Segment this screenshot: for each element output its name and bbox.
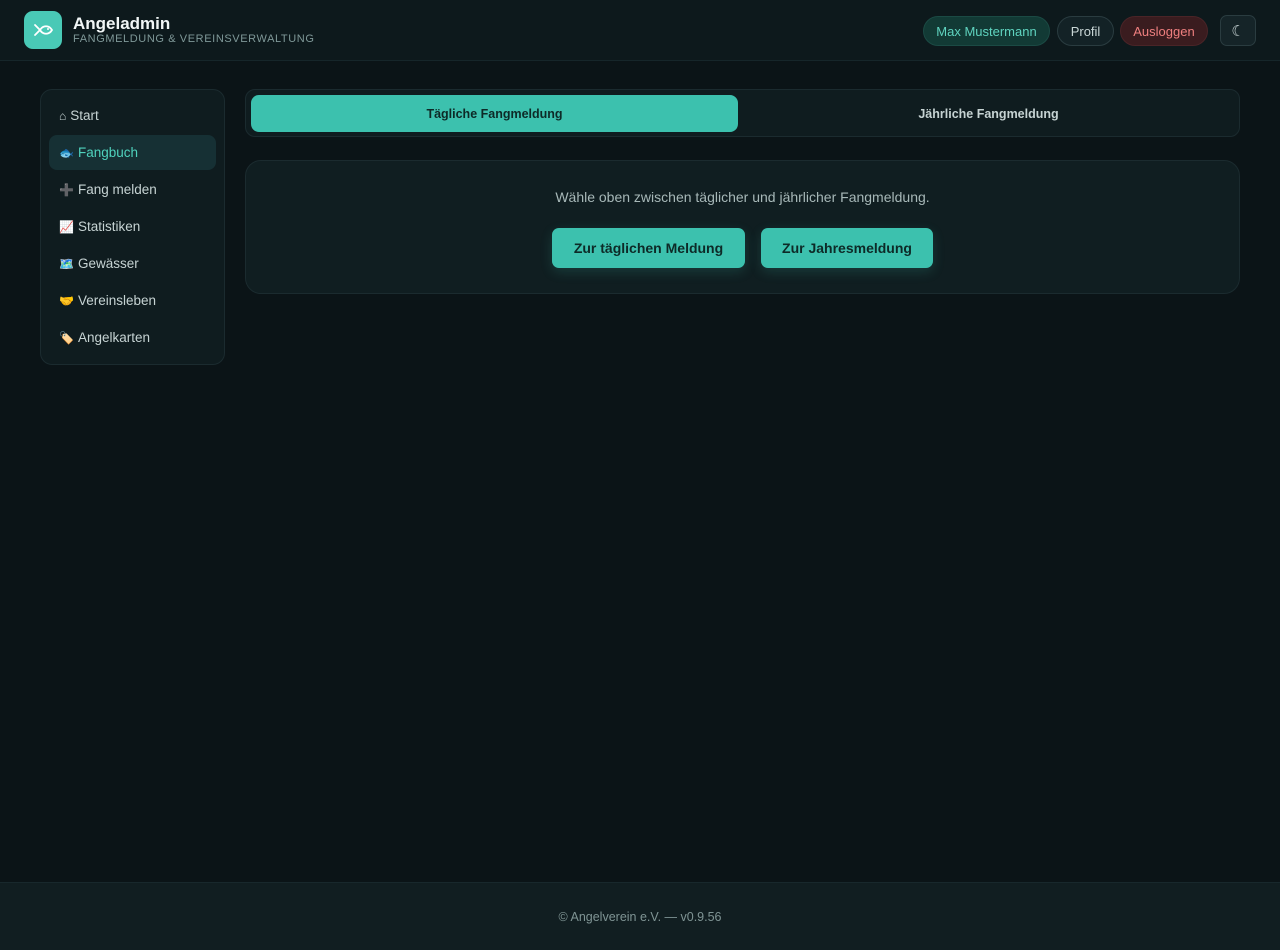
- plus-icon: ➕: [59, 182, 74, 197]
- sidebar-item-label: Fangbuch: [77, 145, 138, 160]
- sidebar-item-statistiken[interactable]: 📈 Statistiken: [49, 209, 216, 244]
- tag-icon: 🏷️: [59, 330, 74, 345]
- app-subtitle: FANGMELDUNG & VEREINSVERWALTUNG: [73, 33, 315, 45]
- theme-toggle-button[interactable]: ☾: [1220, 15, 1256, 46]
- app-title: Angeladmin: [73, 14, 171, 33]
- profile-button[interactable]: Profil: [1057, 16, 1114, 46]
- yearly-report-button[interactable]: Zur Jahresmeldung: [761, 228, 933, 268]
- sidebar-item-vereinsleben[interactable]: 🤝 Vereinsleben: [49, 283, 216, 318]
- report-tabs: Tägliche Fangmeldung Jährliche Fangmeldu…: [245, 89, 1240, 137]
- tab-daily-report[interactable]: Tägliche Fangmeldung: [251, 95, 738, 132]
- app-header: Angeladmin FANGMELDUNG & VEREINSVERWALTU…: [0, 0, 1280, 61]
- logout-button[interactable]: Ausloggen: [1120, 16, 1208, 46]
- chart-icon: 📈: [59, 219, 74, 234]
- home-icon: ⌂: [59, 108, 67, 123]
- moon-icon: ☾: [1231, 22, 1245, 40]
- sidebar-item-label: Statistiken: [77, 219, 141, 234]
- sidebar-nav: ⌂ Start 🐟 Fangbuch ➕ Fang melden 📈 Stati…: [40, 89, 225, 365]
- sidebar-item-fang-melden[interactable]: ➕ Fang melden: [49, 172, 216, 207]
- sidebar-item-label: Vereinsleben: [77, 293, 157, 308]
- tab-yearly-report[interactable]: Jährliche Fangmeldung: [745, 95, 1232, 132]
- fish-icon: 🐟: [59, 145, 74, 160]
- sidebar-item-gewaesser[interactable]: 🗺️ Gewässer: [49, 246, 216, 281]
- fish-logo-icon[interactable]: [24, 11, 62, 49]
- sidebar-item-label: Fang melden: [77, 182, 157, 197]
- sidebar-item-label: Start: [70, 108, 99, 123]
- daily-report-button[interactable]: Zur täglichen Meldung: [552, 228, 745, 268]
- user-name-button[interactable]: Max Mustermann: [923, 16, 1050, 46]
- choice-message: Wähle oben zwischen täglicher und jährli…: [555, 189, 930, 205]
- sidebar-item-angelkarten[interactable]: 🏷️ Angelkarten: [49, 320, 216, 355]
- report-choice-card: Wähle oben zwischen täglicher und jährli…: [245, 160, 1240, 294]
- sidebar-item-start[interactable]: ⌂ Start: [49, 98, 216, 133]
- handshake-icon: 🤝: [59, 293, 74, 308]
- map-icon: 🗺️: [59, 256, 74, 271]
- footer-text: © Angelverein e.V. — v0.9.56: [558, 909, 722, 924]
- sidebar-item-label: Gewässer: [77, 256, 139, 271]
- footer: © Angelverein e.V. — v0.9.56: [0, 882, 1280, 950]
- sidebar-item-fangbuch[interactable]: 🐟 Fangbuch: [49, 135, 216, 170]
- sidebar-item-label: Angelkarten: [77, 330, 151, 345]
